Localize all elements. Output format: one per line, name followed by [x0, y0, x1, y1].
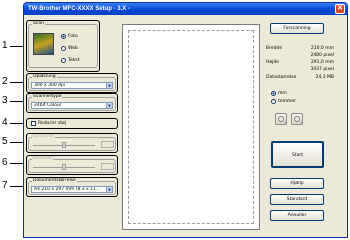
- callout-column: 1 2 3 4 5 6 7: [0, 0, 24, 240]
- callout-line-2: [10, 82, 24, 83]
- window-title: TW-Brother MFC-XXXX Setup - 3.X -: [28, 6, 130, 12]
- callout-box-1: [26, 20, 100, 72]
- callout-1: 1: [2, 40, 8, 51]
- height-mm: 291,0 mm: [310, 60, 334, 65]
- radio-unit-inch-label: tommer: [278, 99, 296, 104]
- help-button[interactable]: Hjælp: [270, 178, 324, 189]
- callout-4: 4: [2, 117, 8, 128]
- callout-6: 6: [2, 157, 8, 168]
- start-button[interactable]: Start: [271, 141, 324, 168]
- callout-line-1: [10, 46, 24, 47]
- callout-box-6: [26, 155, 118, 175]
- width-mm: 210,0 mm: [310, 46, 334, 51]
- callout-3: 3: [2, 95, 8, 106]
- magnifier-plus-glyph: [278, 116, 284, 122]
- callout-line-5: [10, 142, 24, 143]
- callout-box-5: [26, 133, 118, 153]
- height-label: Højde: [266, 60, 280, 65]
- width-px: 2480 pixel: [310, 53, 334, 58]
- radio-unit-inch-circle[interactable]: [271, 99, 276, 104]
- callout-line-4: [10, 123, 24, 124]
- callout-line-3: [10, 101, 24, 102]
- radio-unit-mm[interactable]: mm: [271, 91, 287, 96]
- default-button[interactable]: Standard: [270, 194, 324, 205]
- scanner-setup-window: TW-Brother MFC-XXXX Setup - 3.X - ✕ Scan…: [23, 2, 348, 238]
- radio-unit-inch[interactable]: tommer: [271, 99, 296, 104]
- prescan-button[interactable]: Forscanning: [270, 23, 324, 34]
- callout-line-7: [10, 186, 24, 187]
- callout-box-4: [26, 118, 118, 129]
- callout-7: 7: [2, 180, 8, 191]
- callout-box-3: [26, 93, 118, 113]
- zoom-out-icon[interactable]: [291, 113, 303, 125]
- callout-5: 5: [2, 136, 8, 147]
- radio-unit-mm-label: mm: [278, 91, 287, 96]
- radio-unit-mm-circle[interactable]: [271, 91, 276, 96]
- title-bar: TW-Brother MFC-XXXX Setup - 3.X - ✕: [24, 3, 347, 15]
- data-size-label: Datastørrelse: [266, 75, 297, 80]
- scan-preview-area[interactable]: [122, 24, 260, 230]
- callout-2: 2: [2, 76, 8, 87]
- callout-box-2: [26, 73, 118, 93]
- callout-line-6: [10, 163, 24, 164]
- zoom-in-icon[interactable]: [275, 113, 287, 125]
- close-icon[interactable]: ✕: [335, 4, 345, 14]
- data-size-value: 24,3 MB: [315, 75, 334, 80]
- magnifier-minus-glyph: [294, 116, 300, 122]
- cancel-button[interactable]: Annuller: [270, 210, 324, 221]
- callout-box-7: [26, 177, 118, 197]
- height-px: 3437 pixel: [310, 67, 334, 72]
- width-label: Bredde: [266, 46, 283, 51]
